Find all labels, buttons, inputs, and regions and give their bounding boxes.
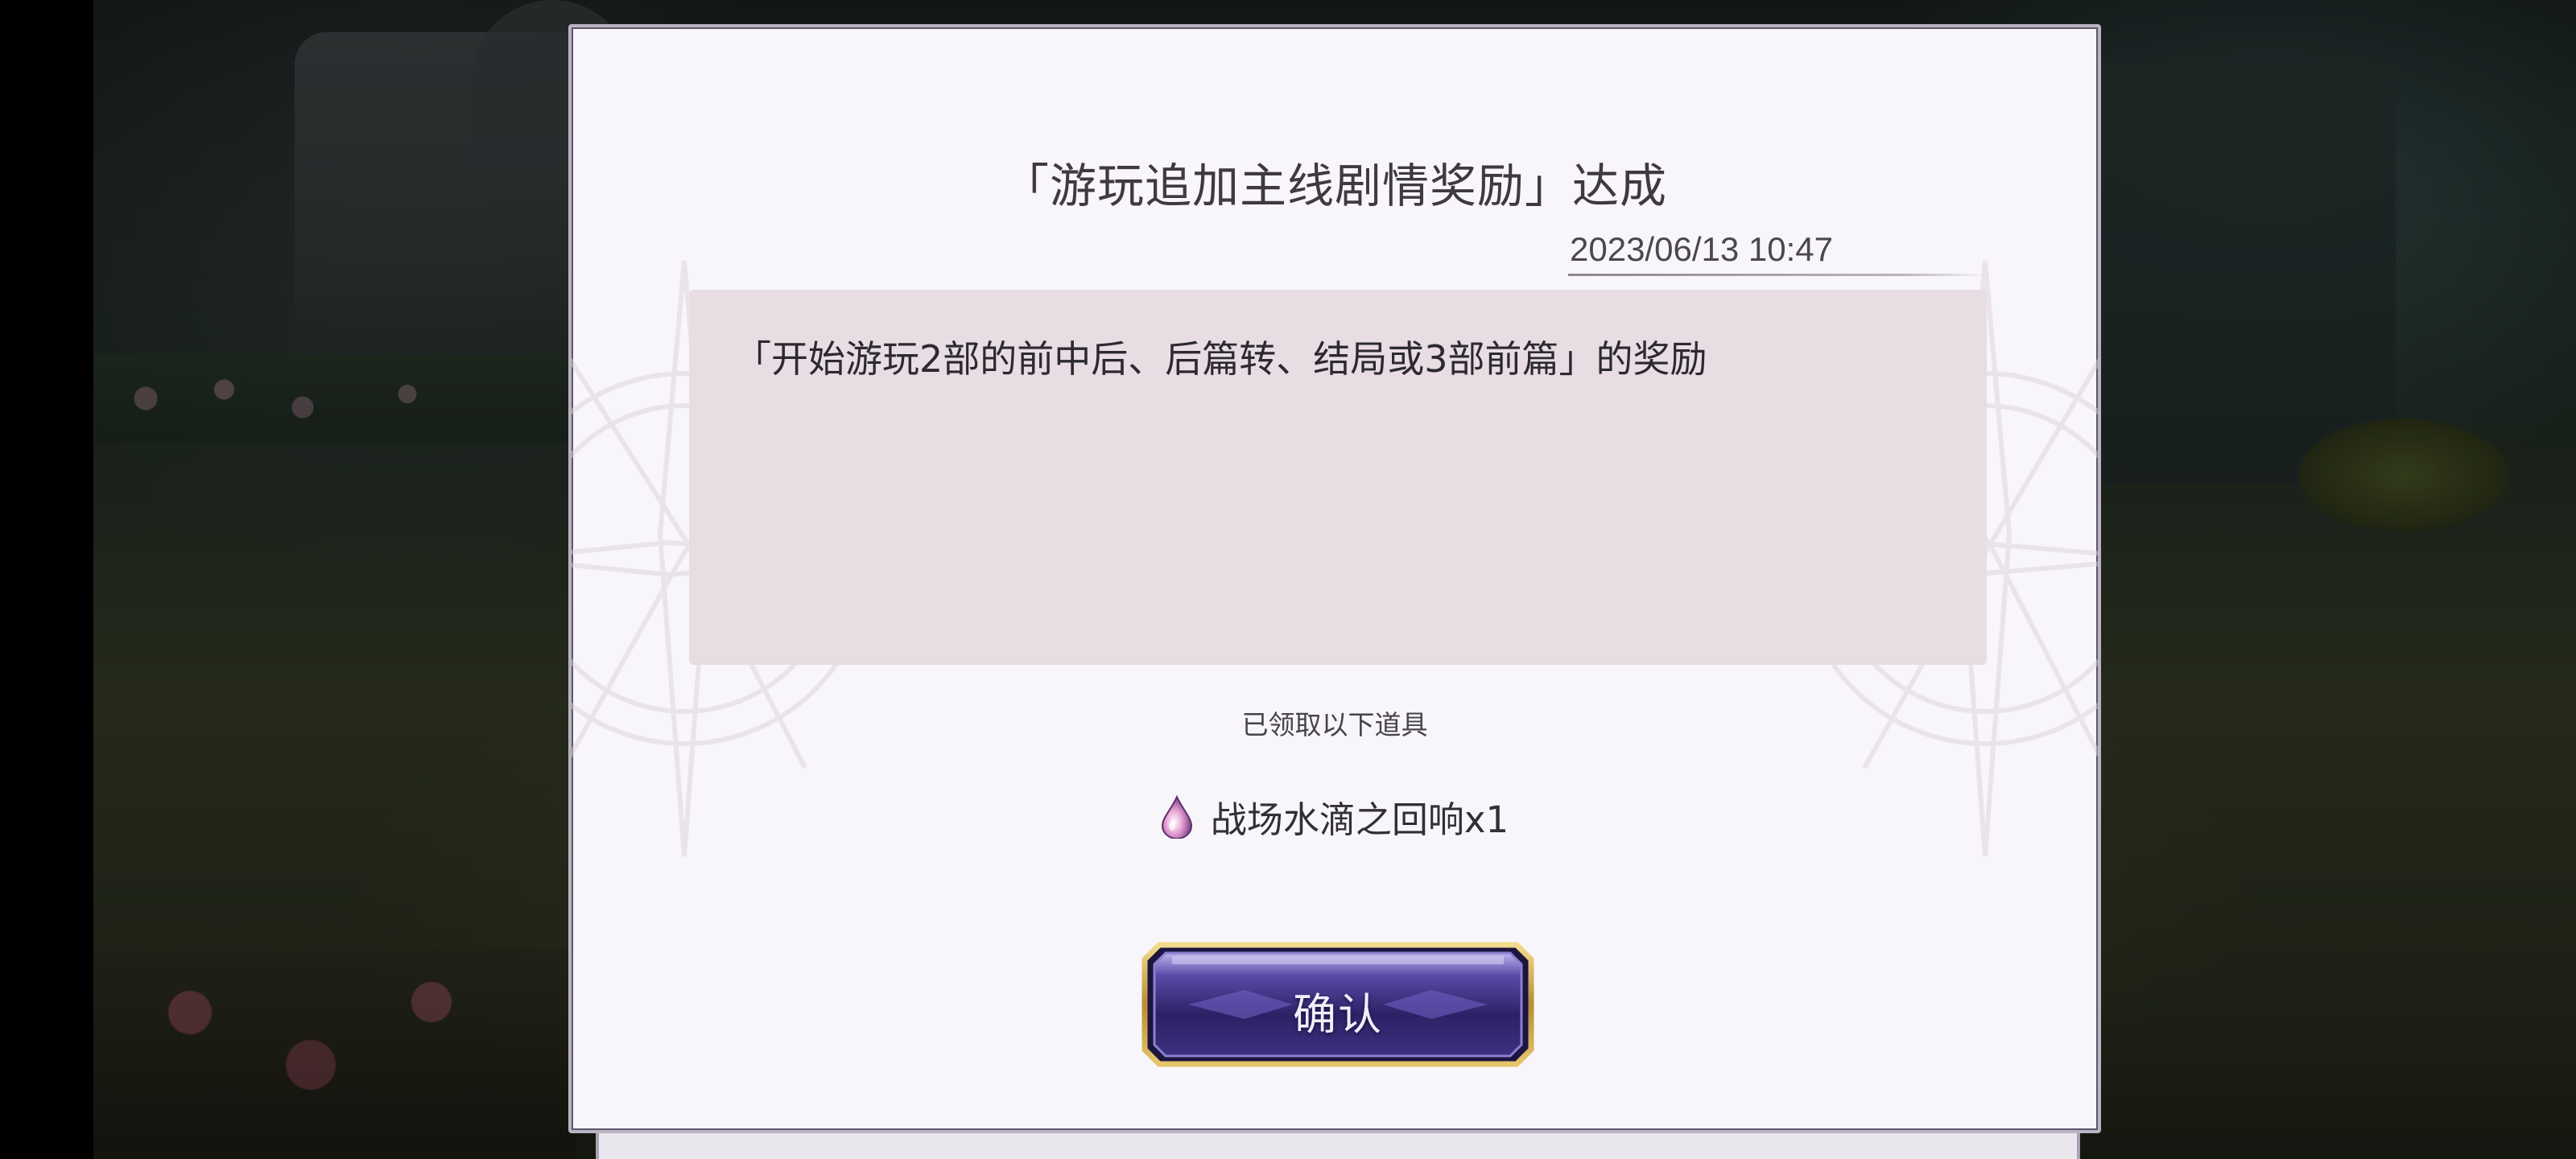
confirm-button[interactable]: 确认 <box>1140 940 1536 1069</box>
message-box: 「开始游玩2部的前中后、后篇转、结局或3部前篇」的奖励 <box>689 290 1987 665</box>
achievement-datetime: 2023/06/13 10:47 <box>1570 230 1833 268</box>
confirm-button-label: 确认 <box>1293 989 1383 1040</box>
dialog-title: 「游玩追加主线剧情奖励」达成 <box>1001 159 1667 213</box>
reward-dialog: 「游玩追加主线剧情奖励」达成 2023/06/13 10:47 「开始游玩2部的… <box>568 24 2101 1133</box>
reward-item-name: 战场水滴之回响x1 <box>1210 798 1509 841</box>
reward-message: 「开始游玩2部的前中后、后篇转、结局或3部前篇」的奖励 <box>734 337 1707 381</box>
water-drop-icon <box>1161 794 1192 839</box>
dialog-bottom-edge <box>596 1133 2080 1159</box>
received-items-label: 已领取以下道具 <box>1241 709 1428 740</box>
reward-item: 战场水滴之回响x1 <box>572 790 2098 843</box>
datetime-underline <box>1568 274 1987 276</box>
